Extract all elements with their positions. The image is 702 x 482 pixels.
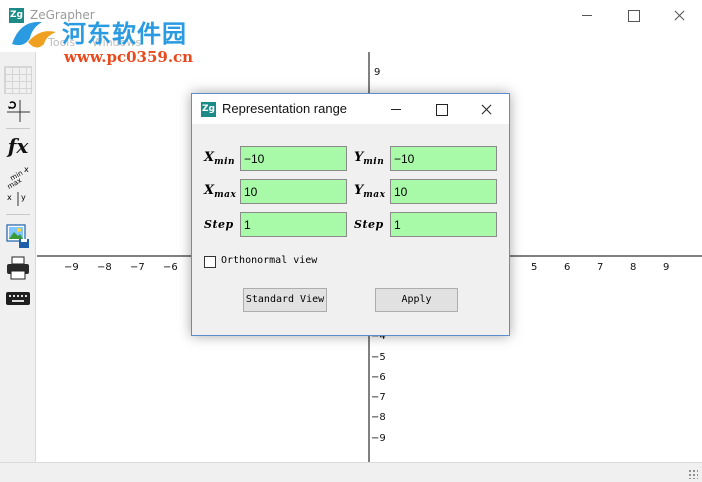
xmin-label-main: X: [204, 150, 215, 165]
dialog-maximize-button[interactable]: [418, 94, 464, 124]
y-tick-label: −7: [371, 392, 386, 404]
dialog-close-button[interactable]: [463, 94, 509, 124]
x-tick-label: 9: [663, 262, 670, 273]
ymin-label-main: Y: [354, 150, 364, 165]
keyboard-icon[interactable]: [4, 284, 32, 312]
xstep-label: Step: [204, 218, 234, 231]
ymin-input[interactable]: −10: [390, 146, 497, 171]
status-bar: [0, 462, 702, 482]
y-tick-label: −5: [371, 351, 386, 363]
range-icon[interactable]: x min max x y: [4, 162, 32, 206]
minimize-button[interactable]: [564, 0, 610, 30]
ystep-input[interactable]: 1: [390, 212, 497, 237]
xstep-input[interactable]: 1: [240, 212, 347, 237]
x-tick-label: −7: [130, 262, 145, 273]
dialog-title: Representation range: [222, 101, 348, 116]
resize-grip-icon[interactable]: [688, 469, 698, 479]
ymax-input[interactable]: 10: [390, 179, 497, 204]
range-x-axis-label: x: [7, 193, 12, 202]
range-x-label: x: [24, 165, 29, 174]
xmax-input[interactable]: 10: [240, 179, 347, 204]
ymax-label-main: Y: [354, 183, 364, 198]
orthonormal-label[interactable]: Orthonormal view: [221, 255, 317, 266]
fx-icon[interactable]: fx: [4, 132, 32, 160]
apply-button[interactable]: Apply: [375, 288, 458, 312]
xmin-input[interactable]: −10: [240, 146, 347, 171]
x-tick-label: −9: [64, 262, 79, 273]
maximize-button[interactable]: [610, 0, 656, 30]
xmax-label: Xmax: [204, 183, 236, 200]
dialog-app-icon: Zg: [201, 102, 216, 117]
x-tick-label: −8: [97, 262, 112, 273]
ystep-label: Step: [354, 218, 384, 231]
standard-view-button[interactable]: Standard View: [243, 288, 327, 312]
close-button[interactable]: [656, 0, 702, 30]
x-tick-label: 5: [531, 262, 538, 273]
ymin-label: Ymin: [354, 150, 384, 167]
xmax-label-sub: max: [214, 190, 237, 200]
xmax-label-main: X: [204, 183, 215, 198]
ymax-label: Ymax: [354, 183, 386, 200]
grid-icon[interactable]: [4, 66, 32, 94]
representation-range-dialog: Zg Representation range Xmin −10 Ymin −1…: [191, 93, 510, 336]
image-export-icon[interactable]: [4, 222, 32, 250]
range-y-label: y: [21, 193, 26, 202]
xmin-label: Xmin: [204, 150, 235, 167]
toolbar: fx x min max x y: [0, 52, 36, 462]
range-max-label: max: [6, 176, 23, 191]
x-tick-label: 8: [630, 262, 637, 273]
watermark-logo-icon: [12, 21, 56, 48]
watermark-text: 河东软件园: [62, 20, 187, 48]
y-tick-label: −6: [371, 371, 386, 383]
toolbar-separator: [6, 214, 30, 215]
y-tick-label: −9: [371, 432, 386, 444]
x-tick-label: 6: [564, 262, 571, 273]
x-tick-label: −6: [163, 262, 178, 273]
orthonormal-checkbox[interactable]: [204, 256, 216, 268]
dialog-minimize-button[interactable]: [373, 94, 419, 124]
xmin-label-sub: min: [214, 157, 236, 167]
axes-reset-icon[interactable]: [4, 96, 32, 124]
ymax-label-sub: max: [363, 190, 386, 200]
y-tick-label: −8: [371, 412, 386, 424]
dialog-title-bar: Zg Representation range: [192, 94, 509, 124]
print-icon[interactable]: [4, 254, 32, 282]
y-tick-label: 9: [374, 67, 381, 79]
ymin-label-sub: min: [363, 157, 385, 167]
toolbar-separator: [6, 128, 30, 129]
x-tick-label: 7: [597, 262, 604, 273]
